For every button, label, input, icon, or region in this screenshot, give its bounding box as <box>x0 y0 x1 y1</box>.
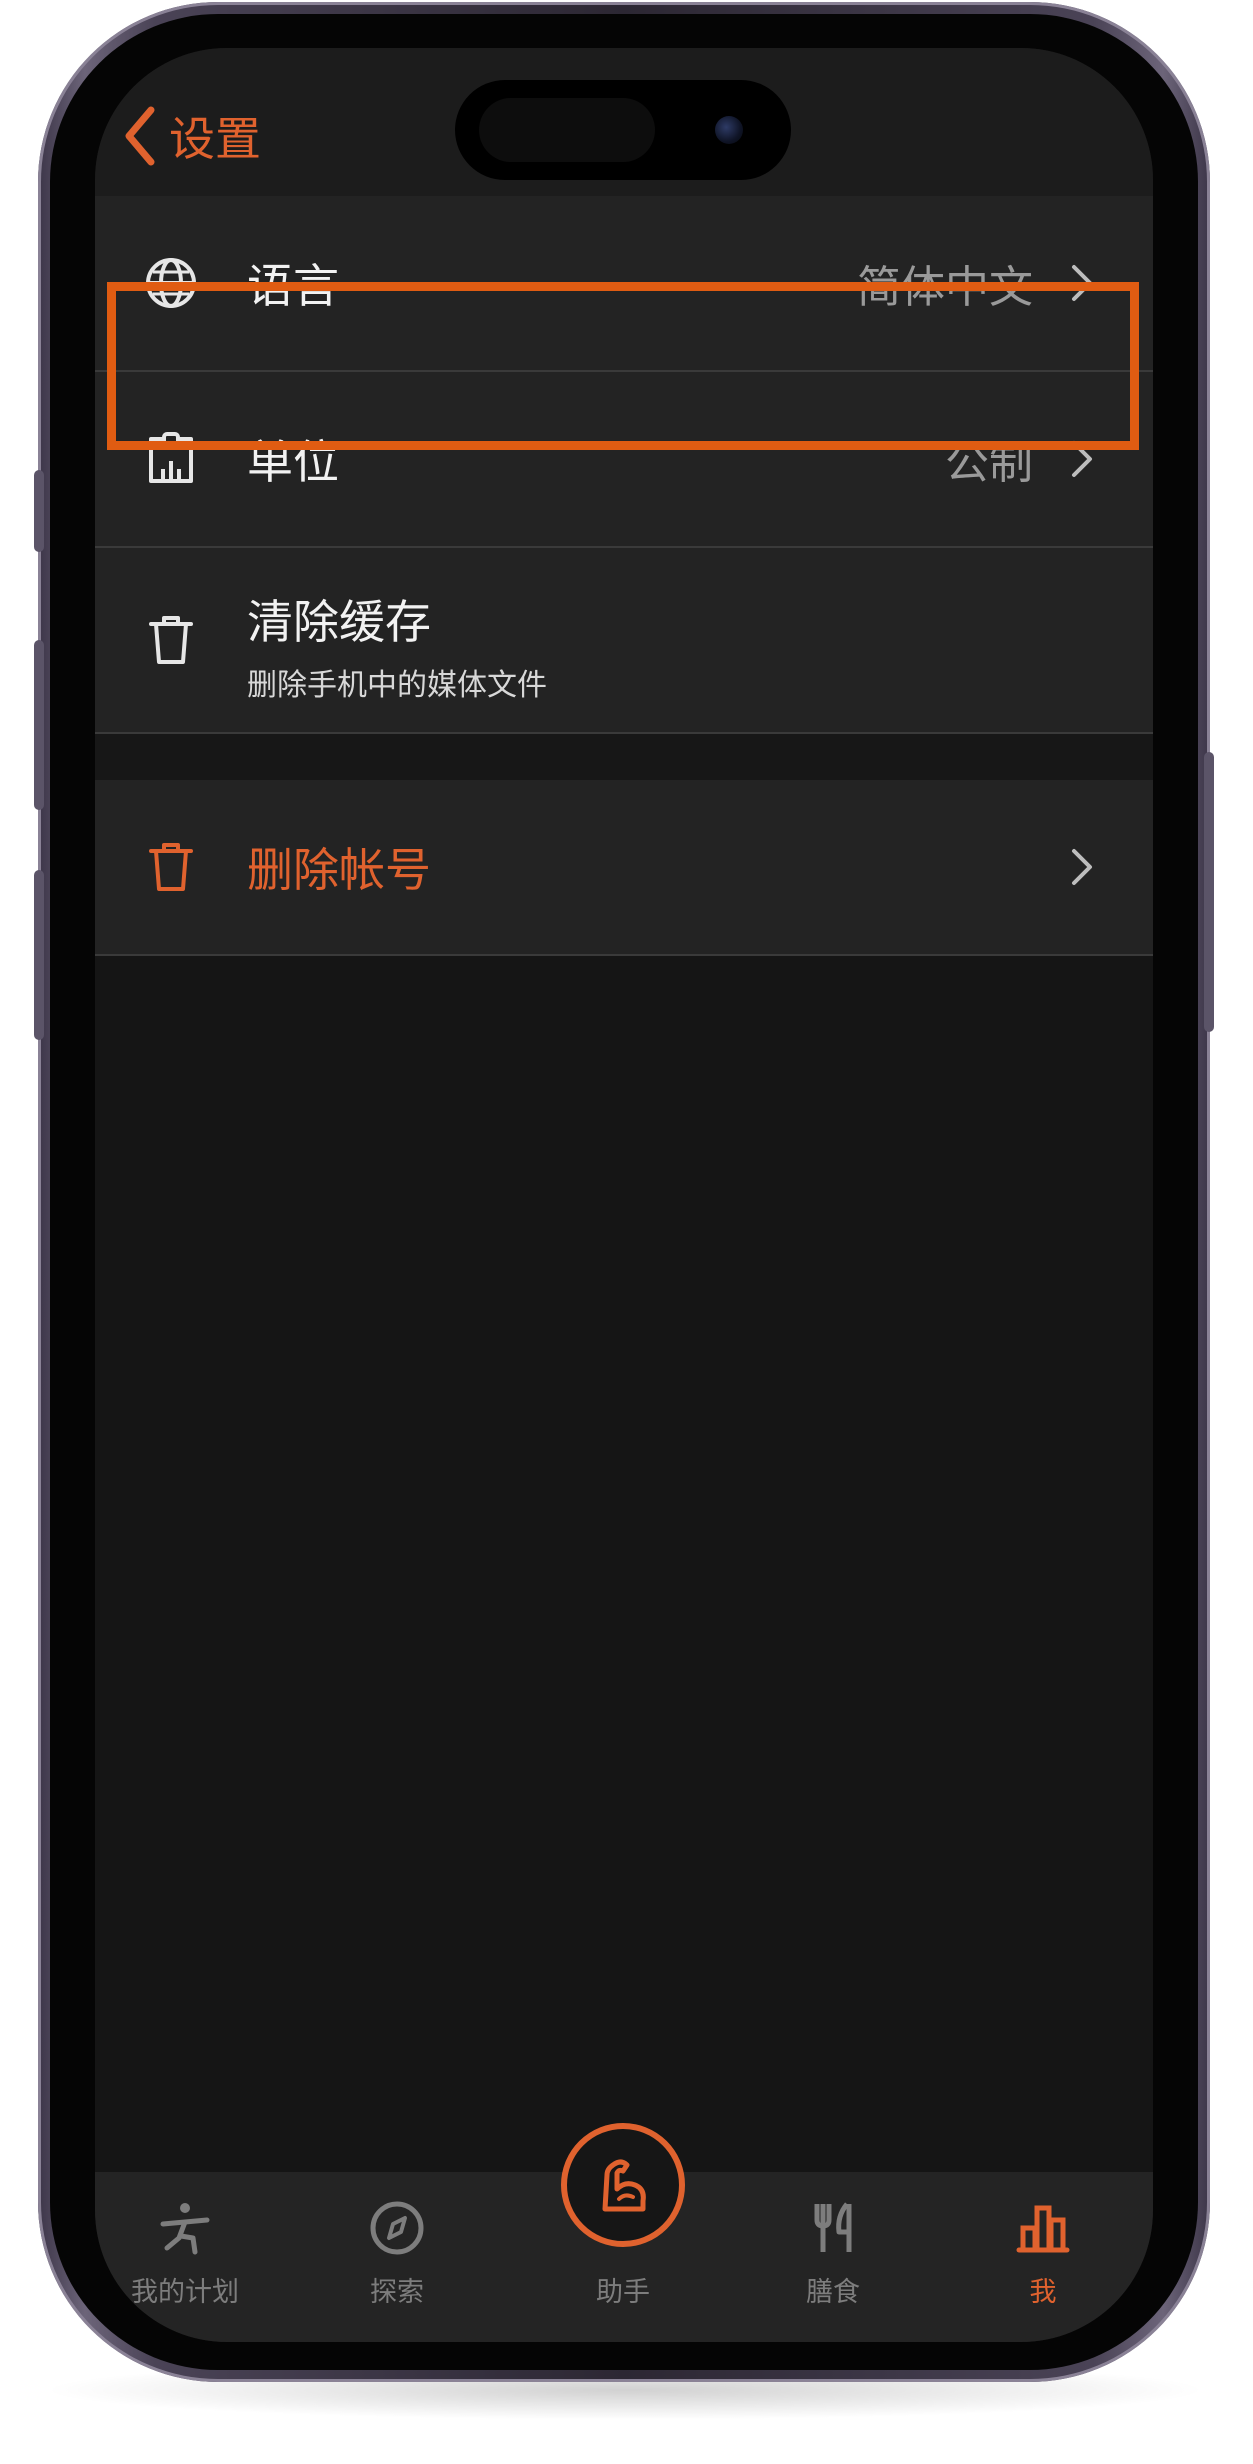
units-label: 单位 <box>247 435 339 489</box>
front-camera <box>715 116 743 144</box>
app-screen: 设置 语言 简体中文 单位 公制 清除缓存 删除手机中的媒体文件 删除帐号 我的… <box>95 48 1153 2342</box>
language-value: 简体中文 <box>857 262 1033 313</box>
back-button-label: 设置 <box>169 112 261 166</box>
navigation-bar: 设置 <box>95 48 1153 196</box>
ruler-clipboard-icon <box>149 432 193 483</box>
flexed-arm-icon <box>602 2159 646 2212</box>
chevron-right-icon <box>1072 849 1092 885</box>
volume-down-button <box>34 870 44 1040</box>
clear-cache-row[interactable]: 清除缓存 删除手机中的媒体文件 <box>95 548 1153 734</box>
units-row[interactable]: 单位 公制 <box>95 372 1153 548</box>
exercise-person-icon <box>160 2203 210 2255</box>
bar-chart-icon <box>1016 2205 1070 2253</box>
units-value: 公制 <box>945 438 1033 489</box>
tab-label: 膳食 <box>806 2277 860 2308</box>
tab-label: 我 <box>1029 2277 1057 2308</box>
compass-icon <box>370 2201 424 2255</box>
clear-cache-label: 清除缓存 <box>247 595 431 649</box>
tab-label: 我的计划 <box>131 2277 239 2308</box>
tab-label: 探索 <box>370 2277 424 2308</box>
globe-icon <box>146 258 196 308</box>
dynamic-island <box>455 80 791 180</box>
trash-icon <box>149 843 193 891</box>
clear-cache-subtitle: 删除手机中的媒体文件 <box>247 668 547 703</box>
island-sensor <box>479 98 655 162</box>
language-row[interactable]: 语言 简体中文 <box>95 196 1153 372</box>
power-button <box>1204 752 1214 1032</box>
settings-list: 语言 简体中文 单位 公制 清除缓存 删除手机中的媒体文件 删除帐号 <box>95 196 1153 956</box>
tab-me[interactable]: 我 <box>953 2172 1133 2342</box>
volume-up-button <box>34 640 44 810</box>
delete-account-row[interactable]: 删除帐号 <box>95 780 1153 956</box>
fork-knife-icon <box>814 2202 852 2252</box>
chevron-right-icon <box>1072 265 1092 301</box>
back-button[interactable]: 设置 <box>123 106 261 166</box>
assistant-label: 助手 <box>596 2277 650 2308</box>
action-button <box>34 470 44 552</box>
language-label: 语言 <box>247 259 339 313</box>
trash-icon <box>149 616 193 664</box>
chevron-left-icon <box>125 106 155 166</box>
tab-explore[interactable]: 探索 <box>307 2172 487 2342</box>
assistant-button[interactable] <box>561 2123 685 2247</box>
tab-meals[interactable]: 膳食 <box>743 2172 923 2342</box>
section-gap <box>95 734 1153 780</box>
chevron-right-icon <box>1072 441 1092 477</box>
delete-account-label: 删除帐号 <box>247 843 431 897</box>
tab-my-plan[interactable]: 我的计划 <box>95 2172 275 2342</box>
